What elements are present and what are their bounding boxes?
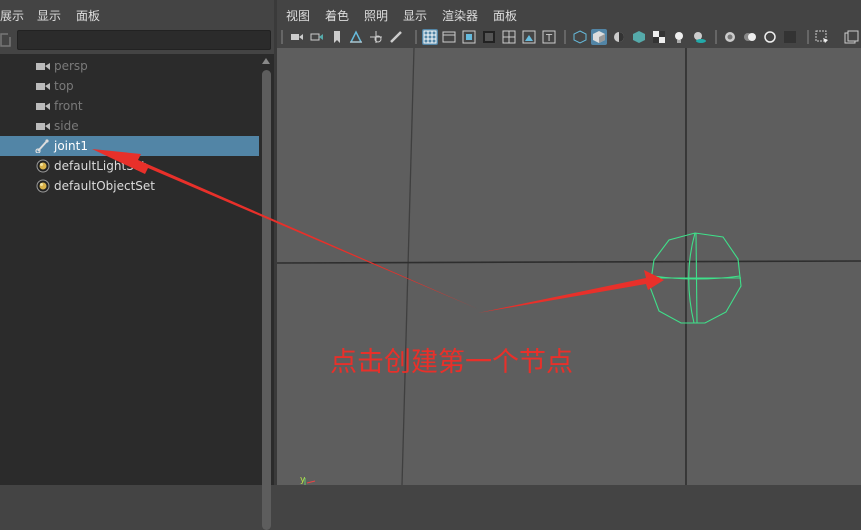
menu-panels[interactable]: 面板 [493, 7, 517, 24]
toolbar-separator [807, 30, 809, 44]
outliner-panel: 展示 显示 面板 persp top front side joint1 def… [0, 0, 274, 530]
film-gate-icon[interactable] [441, 29, 457, 45]
safe-title-icon[interactable]: T [541, 29, 557, 45]
outliner-menubar: 展示 显示 面板 [0, 0, 274, 28]
menu-shading[interactable]: 着色 [325, 7, 349, 24]
axis-y-label: y [300, 475, 306, 485]
grease-pencil-icon[interactable] [388, 29, 404, 45]
outliner-item-defaultlightset[interactable]: defaultLightSet [0, 156, 259, 176]
menu-renderer[interactable]: 渲染器 [442, 7, 478, 24]
safe-action-icon[interactable] [521, 29, 537, 45]
bookmark-icon[interactable] [329, 29, 345, 45]
camera-icon [36, 63, 50, 70]
menu-view[interactable]: 视图 [286, 7, 310, 24]
outliner-item-label: persp [54, 59, 88, 73]
xray-icon[interactable] [843, 29, 859, 45]
image-plane-icon[interactable] [348, 29, 364, 45]
outliner-item-side[interactable]: side [0, 116, 259, 136]
viewport-scene: y [277, 48, 861, 485]
outliner-item-joint1[interactable]: joint1 [0, 136, 259, 156]
anti-aliasing-icon[interactable] [762, 29, 778, 45]
menu-display[interactable]: 显示 [37, 7, 61, 24]
outliner-scrollbar[interactable] [259, 54, 274, 530]
smooth-shade-icon[interactable] [591, 29, 607, 45]
toolbar-separator [564, 30, 566, 44]
scroll-thumb[interactable] [262, 70, 271, 530]
motion-blur-icon[interactable] [742, 29, 758, 45]
grid-axis-line [277, 260, 861, 264]
outliner-item-persp[interactable]: persp [0, 56, 259, 76]
joint-icon [35, 139, 49, 153]
persp-viewport[interactable]: y 点击创建第一个节点 [277, 48, 861, 485]
camera-select-icon[interactable] [289, 29, 305, 45]
toolbar-separator [415, 30, 417, 44]
menu-panels[interactable]: 面板 [76, 7, 100, 24]
set-icon [36, 159, 50, 173]
outliner-item-label: joint1 [54, 139, 88, 153]
outliner-list: persp top front side joint1 defaultLight… [0, 54, 259, 485]
svg-text:T: T [545, 33, 553, 44]
outliner-item-defaultobjectset[interactable]: defaultObjectSet [0, 176, 259, 196]
annotation-text: 点击创建第一个节点 [330, 347, 573, 378]
checker-icon[interactable] [651, 29, 667, 45]
outliner-item-label: defaultLightSet [54, 159, 146, 173]
camera-icon [36, 103, 50, 110]
toolbar-separator [715, 30, 717, 44]
outliner-item-label: defaultObjectSet [54, 179, 156, 193]
outliner-item-top[interactable]: top [0, 76, 259, 96]
outliner-search-row [0, 28, 274, 54]
isolate-select-icon[interactable] [814, 29, 830, 45]
axis-gizmo: y [300, 475, 316, 485]
shadows-icon[interactable] [691, 29, 707, 45]
camera-icon [36, 83, 50, 90]
joint1-manipulator[interactable] [649, 232, 742, 324]
default-material-icon[interactable] [611, 29, 627, 45]
screen-space-ao-icon[interactable] [722, 29, 738, 45]
field-chart-icon[interactable] [501, 29, 517, 45]
menu-lighting[interactable]: 照明 [364, 7, 388, 24]
scroll-up-arrow-icon[interactable] [262, 58, 270, 64]
grid-icon[interactable] [422, 29, 438, 45]
lights-icon[interactable] [671, 29, 687, 45]
gate-mask-icon[interactable] [481, 29, 497, 45]
grid-line [401, 48, 415, 485]
viewport-toolbar: T [277, 26, 861, 49]
camera-icon [36, 123, 50, 130]
outliner-item-label: top [54, 79, 74, 93]
menu-show[interactable]: 显示 [403, 7, 427, 24]
search-input[interactable] [17, 30, 271, 50]
depth-of-field-icon[interactable] [782, 29, 798, 45]
set-icon [36, 179, 50, 193]
viewport-panel: 视图 着色 照明 显示 渲染器 面板 T y 点击创建第一个节点 [277, 0, 861, 485]
filter-icon[interactable] [0, 32, 12, 48]
viewport-menubar: 视图 着色 照明 显示 渲染器 面板 [277, 0, 861, 26]
outliner-item-label: side [54, 119, 79, 133]
toolbar-separator [281, 30, 283, 44]
textured-icon[interactable] [631, 29, 647, 45]
resolution-gate-icon[interactable] [461, 29, 477, 45]
wireframe-icon[interactable] [572, 29, 588, 45]
outliner-item-label: front [54, 99, 83, 113]
camera-attributes-icon[interactable] [309, 29, 325, 45]
outliner-item-front[interactable]: front [0, 96, 259, 116]
2d-pan-zoom-icon[interactable] [368, 29, 384, 45]
menu-show[interactable]: 展示 [0, 7, 24, 24]
